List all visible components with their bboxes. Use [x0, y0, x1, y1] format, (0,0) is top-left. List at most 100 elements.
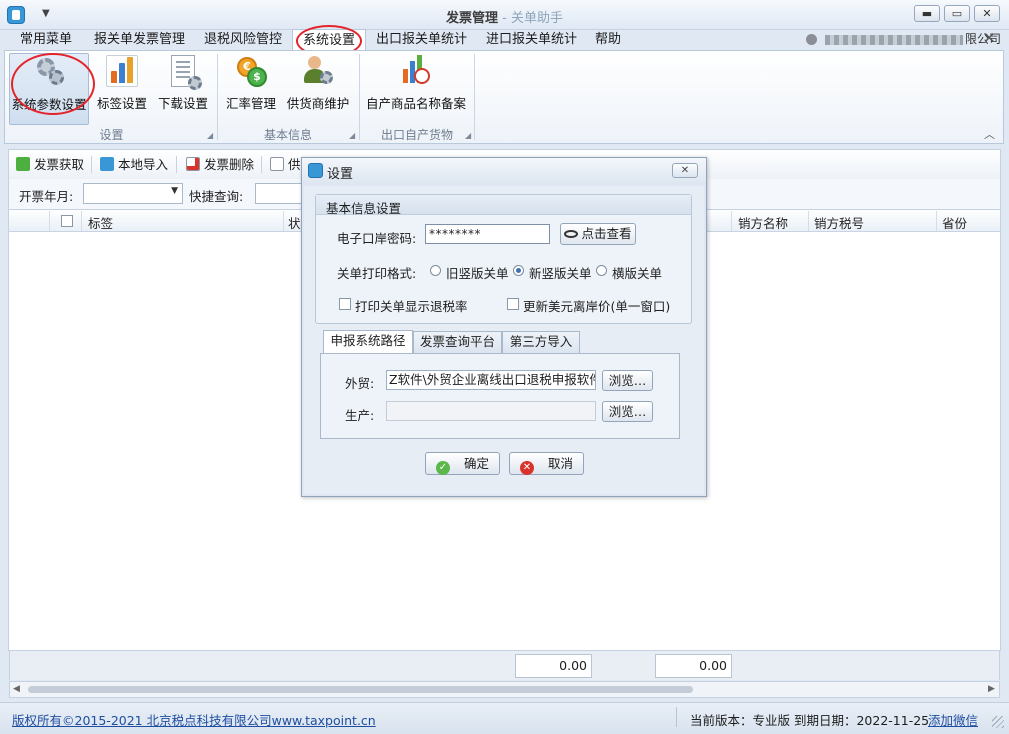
checkbox-update-usd[interactable] — [507, 298, 519, 310]
scrollbar-thumb[interactable] — [28, 686, 693, 693]
basic-info-group-title: 基本信息设置 — [326, 201, 402, 216]
version-info: 当前版本：专业版 到期日期：2022-11-25 — [690, 713, 930, 728]
supplier-icon — [302, 55, 334, 87]
tab-risk-control[interactable]: 退税风险管控 — [194, 29, 292, 50]
check-icon: ✓ — [435, 461, 450, 475]
minimize-button[interactable]: ▬ — [914, 5, 940, 22]
radio-horizontal[interactable] — [596, 265, 607, 276]
company-name: 限公司 — [806, 30, 1001, 47]
password-label: 电子口岸密码: — [337, 231, 417, 246]
column-header-seller-tax[interactable]: 销方税号 — [814, 213, 864, 232]
group-launcher-icon[interactable]: ◢ — [207, 131, 213, 140]
radio-horizontal-label[interactable]: 横版关单 — [612, 263, 662, 282]
toolbar-separator — [176, 156, 177, 173]
eye-icon — [564, 230, 579, 238]
group-label-basic-info: 基本信息 — [263, 128, 312, 142]
tab-help[interactable]: 帮助 — [585, 29, 631, 50]
radio-old-vertical[interactable] — [430, 265, 441, 276]
download-settings-button[interactable]: 下载设置 — [154, 53, 212, 125]
column-divider — [283, 211, 284, 231]
coins-icon: € $ — [235, 55, 267, 87]
column-divider — [936, 211, 937, 231]
radio-new-vertical[interactable] — [513, 265, 524, 276]
column-divider — [731, 211, 732, 231]
checkbox-show-rebate-label[interactable]: 打印关单显示退税率 — [355, 296, 468, 315]
column-header-status[interactable]: 状 — [288, 213, 301, 232]
supplier-toolbar-button[interactable]: 供 — [270, 156, 301, 174]
ok-button[interactable]: ✓ 确定 — [425, 452, 500, 475]
exchange-rate-management-button[interactable]: € $ 汇率管理 — [222, 53, 280, 125]
tab-invoice-management[interactable]: 报关单发票管理 — [84, 29, 195, 50]
cancel-button[interactable]: ✕ 取消 — [509, 452, 584, 475]
list-icon — [270, 157, 284, 171]
download-settings-label: 下载设置 — [157, 96, 208, 111]
exchange-rate-management-label: 汇率管理 — [225, 96, 276, 111]
browse-foreign-button[interactable]: 浏览… — [602, 370, 653, 391]
column-divider — [808, 211, 809, 231]
dialog-title-bar[interactable] — [302, 158, 706, 184]
dialog-close-button[interactable]: ✕ — [672, 163, 698, 178]
column-divider — [81, 211, 82, 231]
view-password-button[interactable]: 点击查看 — [560, 223, 636, 245]
delete-document-icon — [186, 157, 200, 171]
self-produced-goods-filing-button[interactable]: 自产商品名称备案 — [364, 53, 468, 125]
close-window-button[interactable]: ✕ — [974, 5, 1000, 22]
foreign-trade-label: 外贸: — [345, 376, 375, 391]
tab-export-statistics[interactable]: 出口报关单统计 — [366, 29, 477, 50]
group-launcher-icon[interactable]: ◢ — [349, 131, 355, 140]
group-label-settings: 设置 — [99, 128, 124, 142]
radio-old-vertical-label[interactable]: 旧竖版关单 — [446, 263, 509, 282]
bar-chart-icon — [106, 55, 138, 87]
redacted-company — [825, 34, 963, 45]
tag-settings-label: 标签设置 — [96, 96, 147, 111]
foreign-trade-path-input[interactable]: Z软件\外贸企业离线出口退税申报软件 — [386, 370, 596, 390]
year-month-select[interactable]: ▼ — [83, 183, 183, 204]
radio-new-vertical-label[interactable]: 新竖版关单 — [529, 263, 592, 282]
ribbon-collapse-icon[interactable]: ︿ — [984, 126, 995, 142]
annotation-circle-system-params — [11, 53, 95, 115]
status-separator — [676, 707, 677, 727]
document-gear-icon — [171, 55, 202, 90]
tag-settings-button[interactable]: 标签设置 — [94, 53, 150, 125]
password-input[interactable]: ******** — [425, 224, 550, 244]
maximize-button[interactable]: ▭ — [944, 5, 970, 22]
production-path-input[interactable] — [386, 401, 596, 421]
toolbar-separator — [261, 156, 262, 173]
window-title-app: 关单助手 — [510, 11, 563, 26]
declaration-path-panel — [320, 353, 680, 439]
add-wechat-link[interactable]: 添加微信 — [928, 710, 978, 729]
download-icon — [16, 157, 30, 171]
resize-grip-icon[interactable] — [992, 716, 1004, 728]
column-divider — [49, 211, 50, 231]
grid-footer-totals — [9, 651, 1000, 680]
supplier-maintenance-button[interactable]: 供货商维护 — [284, 53, 352, 125]
window-title: 发票管理 - 关单助手 — [0, 7, 1009, 26]
tab-common-menu[interactable]: 常用菜单 — [10, 29, 82, 50]
tab-declaration-path[interactable]: 申报系统路径 — [323, 330, 413, 354]
column-header-province[interactable]: 省份 — [942, 213, 967, 232]
tab-import-statistics[interactable]: 进口报关单统计 — [476, 29, 587, 50]
group-separator — [474, 54, 475, 140]
browse-production-button[interactable]: 浏览… — [602, 401, 653, 422]
tab-third-party-import[interactable]: 第三方导入 — [502, 331, 580, 353]
chart-clock-icon — [400, 55, 432, 87]
tab-invoice-query-platform[interactable]: 发票查询平台 — [413, 331, 502, 353]
quick-query-input[interactable] — [255, 183, 305, 204]
toolbar-separator — [91, 156, 92, 173]
quick-query-label: 快捷查询: — [189, 189, 244, 204]
local-import-button[interactable]: 本地导入 — [100, 156, 168, 174]
column-header-seller-name[interactable]: 销方名称 — [738, 213, 788, 232]
checkbox-update-usd-label[interactable]: 更新美元离岸价(单一窗口) — [523, 296, 670, 315]
select-all-checkbox[interactable] — [61, 215, 73, 227]
scroll-left-icon[interactable]: ◀ — [13, 684, 20, 694]
group-launcher-icon[interactable]: ◢ — [465, 131, 471, 140]
ribbon-close-icon[interactable]: ✕ — [983, 29, 996, 47]
copyright-link[interactable]: 版权所有©2015-2021 北京税点科技有限公司www.taxpoint.cn — [12, 710, 376, 729]
scroll-right-icon[interactable]: ▶ — [988, 684, 995, 694]
user-icon — [806, 34, 817, 45]
column-header-tag[interactable]: 标签 — [88, 213, 113, 232]
checkbox-show-rebate[interactable] — [339, 298, 351, 310]
cancel-icon: ✕ — [519, 461, 534, 475]
get-invoice-button[interactable]: 发票获取 — [16, 156, 84, 174]
delete-invoice-button[interactable]: 发票删除 — [186, 156, 254, 174]
